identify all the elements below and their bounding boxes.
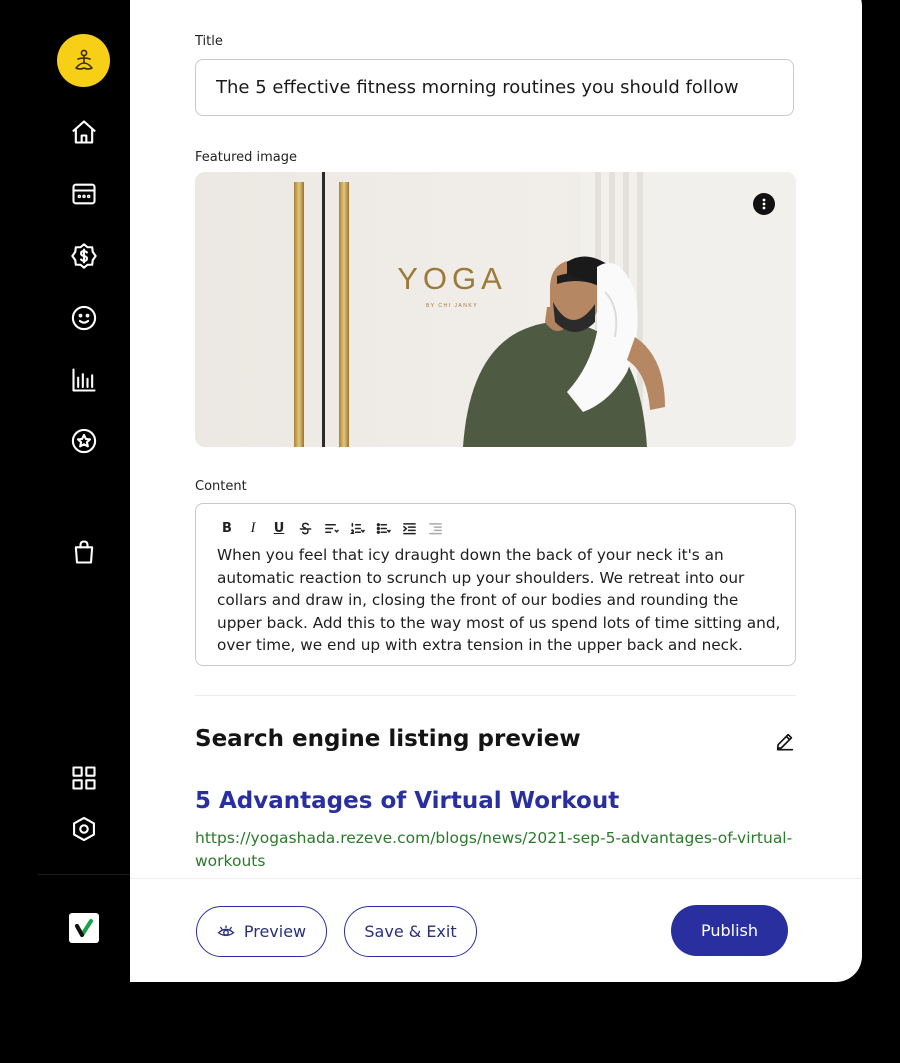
preview-label: Preview [243, 922, 307, 941]
featured-image-label: Featured image [195, 150, 298, 165]
section-divider [195, 695, 796, 696]
image-brand-text: YOGA [397, 261, 507, 296]
title-input[interactable] [195, 59, 794, 116]
settings-hex-icon[interactable] [68, 813, 100, 845]
eye-icon [217, 924, 235, 936]
content-editor[interactable]: B I U When you feel that icy draught dow… [195, 503, 796, 666]
content-label: Content [195, 479, 247, 494]
star-circle-icon[interactable] [68, 425, 100, 457]
post-editor-panel: Title Featured image [130, 0, 862, 982]
content-body-text[interactable]: When you feel that icy draught down the … [217, 544, 782, 657]
apps-grid-icon[interactable] [68, 762, 100, 794]
featured-image-photo: YOGA BY CHI JANKY [195, 172, 796, 447]
edit-pencil-icon[interactable] [774, 730, 796, 752]
featured-image[interactable]: YOGA BY CHI JANKY [195, 172, 796, 447]
strikethrough-icon[interactable] [292, 518, 318, 538]
seo-url[interactable]: https://yogashada.rezeve.com/blogs/news/… [195, 827, 795, 873]
dollar-badge-icon[interactable] [68, 240, 100, 272]
more-options-icon[interactable] [753, 193, 775, 215]
sidebar-divider [38, 874, 130, 875]
publish-button[interactable]: Publish [671, 905, 788, 956]
home-icon[interactable] [68, 116, 100, 148]
preview-button[interactable]: Preview [196, 906, 327, 957]
calendar-icon[interactable] [68, 178, 100, 210]
text-align-icon[interactable] [318, 518, 344, 538]
seo-title[interactable]: 5 Advantages of Virtual Workout [195, 788, 619, 814]
bullet-list-icon[interactable] [370, 518, 396, 538]
bold-button[interactable]: B [214, 518, 240, 538]
bar-chart-icon[interactable] [68, 364, 100, 396]
meditation-logo-icon[interactable] [57, 34, 110, 87]
seo-preview-heading: Search engine listing preview [195, 726, 581, 752]
sidebar [38, 0, 130, 982]
smiley-icon[interactable] [68, 302, 100, 334]
shopping-bag-icon[interactable] [68, 536, 100, 568]
title-label: Title [195, 34, 223, 49]
italic-button[interactable]: I [240, 518, 266, 538]
image-brand-subtext: BY CHI JANKY [426, 303, 478, 309]
save-exit-button[interactable]: Save & Exit [344, 906, 477, 957]
footer-divider [130, 878, 862, 879]
editor-toolbar: B I U [214, 518, 448, 538]
brand-logo-icon[interactable] [69, 913, 99, 943]
underline-button[interactable]: U [266, 518, 292, 538]
outdent-icon[interactable] [422, 518, 448, 538]
indent-icon[interactable] [396, 518, 422, 538]
numbered-list-icon[interactable] [344, 518, 370, 538]
